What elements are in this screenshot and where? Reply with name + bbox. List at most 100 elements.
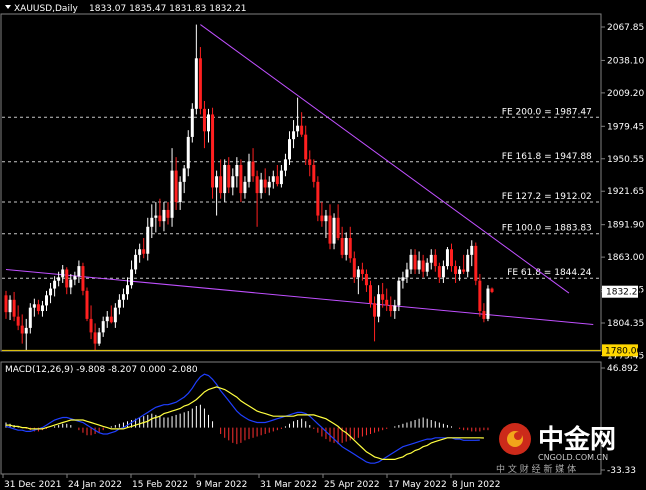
price-axis-label: 1921.65 — [607, 187, 644, 197]
candle-body — [243, 181, 247, 194]
candle-body — [356, 269, 360, 278]
price-axis-label: 1950.55 — [607, 155, 644, 165]
candle-body — [162, 209, 166, 222]
candle-body — [121, 294, 125, 300]
dropdown-triangle-icon[interactable] — [5, 5, 11, 9]
candle-body — [113, 307, 117, 323]
candle-body — [93, 332, 97, 344]
candle-body — [150, 217, 154, 227]
candle-body — [194, 58, 198, 109]
macd-axis-label: -33.33 — [607, 466, 636, 476]
candle-body — [405, 269, 409, 278]
price-axis-label: 2038.10 — [607, 56, 644, 66]
candle-body — [8, 299, 12, 313]
candle-body — [397, 280, 401, 306]
symbol-title: XAUUSD,Daily — [14, 4, 78, 14]
candle-body — [49, 288, 53, 296]
candle-body — [364, 273, 368, 286]
candle-body — [360, 269, 364, 274]
candle-body — [227, 165, 231, 188]
main-pane-frame — [0, 13, 602, 352]
candle-body — [251, 161, 255, 177]
candle-body — [385, 299, 389, 306]
candle-body — [134, 254, 138, 270]
candle-body — [263, 179, 267, 188]
cngold-watermark: 中金网 CNGOLD.COM.CN 中 文 财 经 新 媒 体 — [496, 423, 616, 475]
candle-body — [219, 176, 223, 194]
fe-level-label: FE 200.0 = 1987.47 — [502, 107, 592, 117]
date-axis-label: 24 Jan 2022 — [68, 480, 122, 490]
candle-body — [316, 181, 320, 216]
candle-body — [81, 266, 85, 291]
candle-body — [369, 285, 372, 304]
candle-body — [239, 165, 243, 194]
current-price-label: 1832.21 — [606, 288, 643, 298]
candle-body — [223, 165, 227, 194]
candle-body — [470, 245, 474, 255]
candle-body — [85, 290, 89, 319]
candle-body — [288, 139, 291, 160]
date-axis-label: 15 Feb 2022 — [132, 480, 188, 490]
candle-body — [296, 125, 300, 132]
candle-body — [28, 307, 32, 328]
candle-body — [89, 318, 93, 333]
candle-body — [259, 179, 263, 194]
candle-body — [24, 327, 28, 334]
date-axis-label: 17 May 2022 — [388, 480, 447, 490]
macd-signal-line — [6, 386, 484, 460]
candle-body — [324, 215, 328, 222]
watermark-domain: CNGOLD.COM.CN — [538, 453, 608, 462]
price-axis-label: 2009.20 — [607, 89, 644, 99]
candle-body — [393, 305, 397, 312]
candle-body — [328, 215, 332, 244]
price-pane: FE 200.0 = 1987.47 FE 161.8 = 1947.88 FE 1… — [2, 24, 601, 351]
candle-body — [462, 269, 466, 272]
fe-level-label: FE 61.8 = 1844.24 — [507, 268, 592, 278]
watermark-brand: 中金网 — [538, 424, 616, 455]
level-marker-label: 1780.00 — [605, 346, 642, 356]
candle-body — [101, 321, 105, 333]
candle-body — [202, 108, 206, 132]
candle-body — [53, 280, 57, 289]
price-axis-label: 2067.85 — [607, 23, 644, 33]
candle-body — [433, 254, 437, 267]
candle-body — [429, 254, 433, 263]
candle-body — [267, 181, 271, 188]
candle-body — [300, 125, 304, 135]
candle-body — [215, 176, 219, 188]
candle-body — [231, 176, 235, 188]
candle-body — [182, 168, 186, 182]
candle-body — [20, 325, 24, 334]
candle-body — [417, 260, 421, 270]
candle-body — [40, 305, 44, 312]
candle-body — [117, 299, 121, 308]
candle-body — [57, 277, 61, 281]
candle-body — [12, 299, 16, 317]
candle-body — [308, 159, 312, 166]
price-axis-label: 1863.00 — [607, 253, 644, 263]
candle-body — [478, 280, 482, 312]
candle-body — [146, 226, 150, 254]
candle-body — [340, 238, 344, 255]
price-axis-label: 1804.35 — [607, 319, 644, 329]
candle-body — [275, 176, 279, 185]
candle-body — [279, 170, 283, 185]
candle-body — [490, 288, 494, 292]
candle-body — [61, 269, 65, 278]
candle-body — [166, 209, 170, 218]
date-axis-label: 31 Mar 2022 — [260, 480, 317, 490]
candle-body — [73, 276, 77, 280]
candle-body — [16, 316, 20, 326]
candle-body — [458, 269, 462, 274]
fe-level-label: FE 127.2 = 1912.02 — [502, 192, 592, 202]
date-axis-label: 8 Jun 2022 — [452, 480, 500, 490]
candle-body — [389, 305, 393, 312]
candle-body — [97, 332, 101, 344]
candle-body — [105, 316, 109, 322]
candle-body — [36, 304, 40, 312]
macd-axis-label: 46.892 — [607, 364, 639, 374]
candle-body — [377, 294, 381, 317]
candle-body — [312, 165, 316, 182]
candle-body — [486, 288, 490, 319]
watermark-tagline: 中 文 财 经 新 媒 体 — [496, 463, 576, 475]
